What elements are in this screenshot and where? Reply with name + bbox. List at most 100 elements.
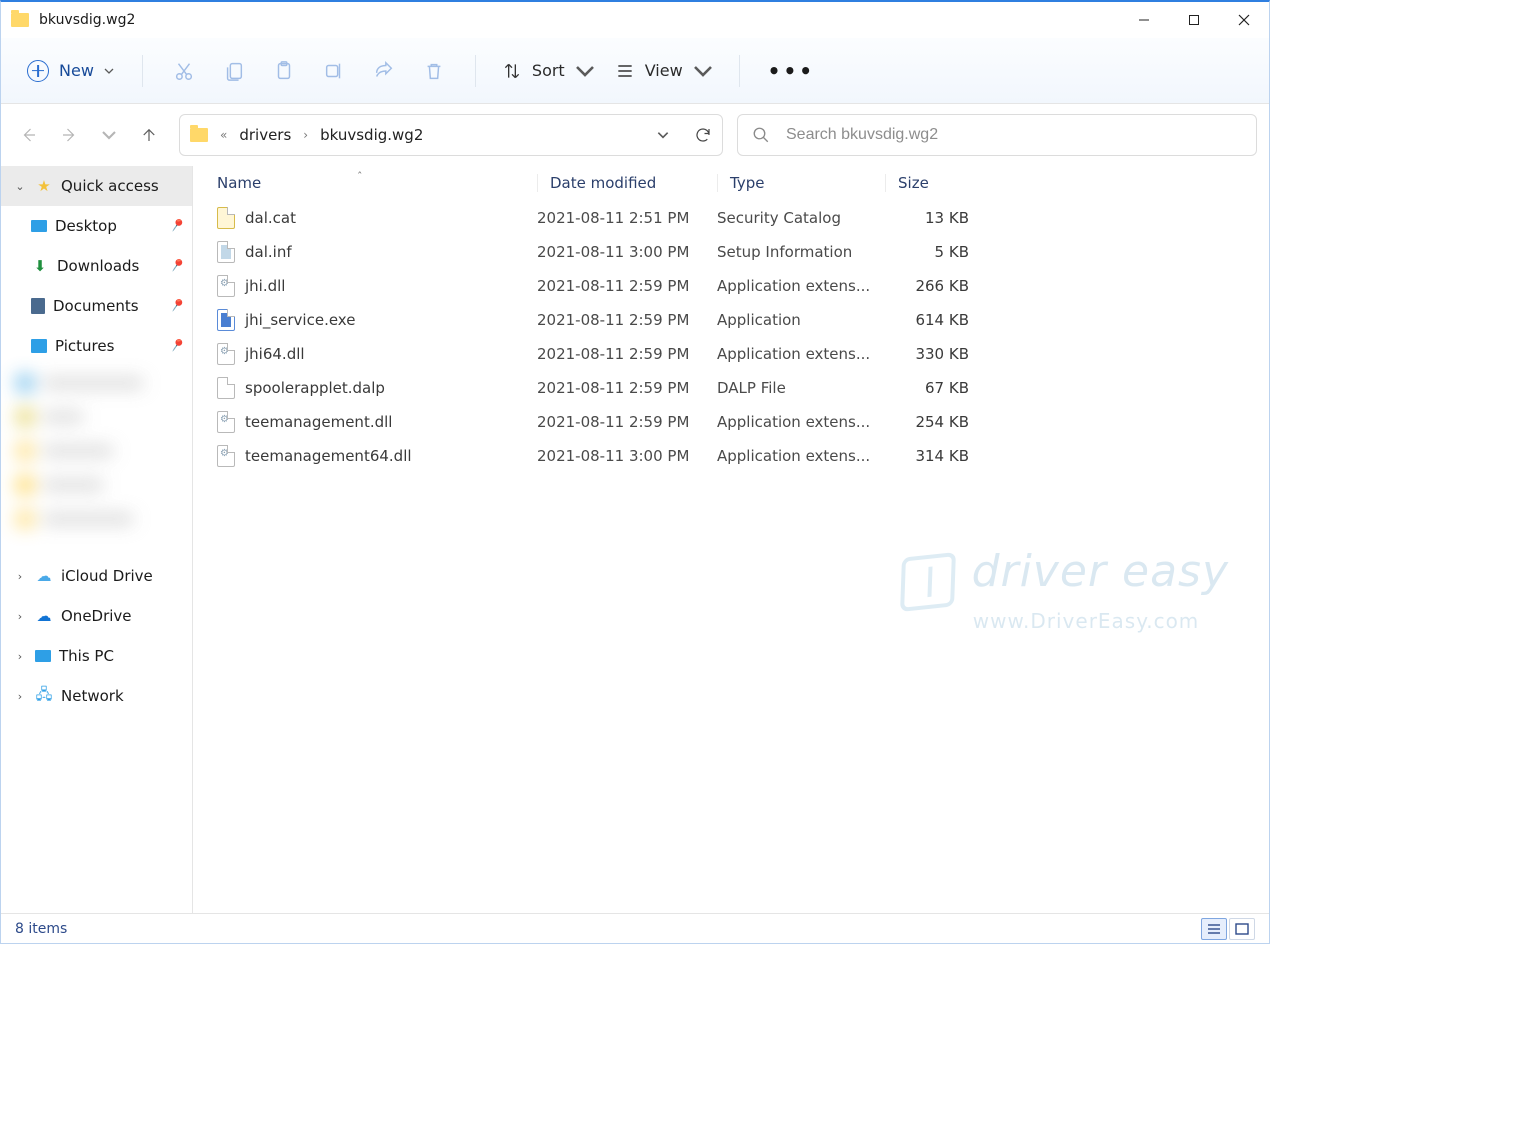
sidebar-item-thispc[interactable]: › This PC (1, 636, 192, 676)
file-row[interactable]: dal.inf2021-08-11 3:00 PMSetup Informati… (193, 235, 1269, 269)
view-switcher (1201, 918, 1255, 940)
chevron-right-icon: › (13, 570, 27, 583)
file-name: spoolerapplet.dalp (245, 379, 385, 397)
folder-icon (190, 128, 208, 142)
pin-icon: 📍 (165, 335, 187, 357)
pin-icon: 📍 (165, 215, 187, 237)
more-button[interactable]: ••• (758, 59, 825, 83)
col-name[interactable]: Nameˆ (217, 174, 537, 192)
file-row[interactable]: jhi.dll2021-08-11 2:59 PMApplication ext… (193, 269, 1269, 303)
details-view-button[interactable] (1201, 918, 1227, 940)
sidebar-item-onedrive[interactable]: › ☁ OneDrive (1, 596, 192, 636)
sort-icon (502, 61, 522, 81)
search-input[interactable] (784, 125, 1242, 145)
close-button[interactable] (1219, 2, 1269, 38)
file-size: 330 KB (885, 345, 985, 363)
sidebar-item-label: Network (61, 687, 124, 705)
file-date: 2021-08-11 2:59 PM (537, 345, 717, 363)
col-date[interactable]: Date modified (537, 174, 717, 192)
file-row[interactable]: jhi64.dll2021-08-11 2:59 PMApplication e… (193, 337, 1269, 371)
file-size: 13 KB (885, 209, 985, 227)
document-icon (31, 298, 45, 314)
new-button[interactable]: New (17, 54, 124, 88)
file-row[interactable]: jhi_service.exe2021-08-11 2:59 PMApplica… (193, 303, 1269, 337)
separator (475, 55, 476, 87)
sort-label: Sort (532, 61, 565, 80)
rename-button[interactable] (311, 50, 357, 92)
sidebar-item-label: Desktop (55, 217, 117, 235)
sidebar-item-label: Downloads (57, 257, 139, 275)
watermark-logo-icon (900, 552, 956, 612)
sidebar-quick-access[interactable]: ⌄ ★ Quick access (1, 166, 192, 206)
search-box[interactable] (737, 114, 1257, 156)
file-name: teemanagement.dll (245, 413, 392, 431)
file-row[interactable]: teemanagement64.dll2021-08-11 3:00 PMApp… (193, 439, 1269, 473)
sidebar-item-label: OneDrive (61, 607, 132, 625)
file-size: 614 KB (885, 311, 985, 329)
file-name: dal.inf (245, 243, 292, 261)
col-size[interactable]: Size (885, 174, 985, 192)
thumbnails-view-button[interactable] (1229, 918, 1255, 940)
chevron-right-icon: › (13, 650, 27, 663)
sidebar-item-downloads[interactable]: ⬇ Downloads 📍 (1, 246, 192, 286)
file-row[interactable]: teemanagement.dll2021-08-11 2:59 PMAppli… (193, 405, 1269, 439)
file-icon (217, 343, 235, 365)
chevron-left-icon: « (218, 128, 229, 142)
view-button[interactable]: View (607, 57, 721, 85)
file-list: Nameˆ Date modified Type Size dal.cat202… (193, 166, 1269, 913)
minimize-button[interactable] (1119, 2, 1169, 38)
chevron-right-icon: › (13, 690, 27, 703)
folder-icon (11, 13, 29, 27)
file-type: Application extens... (717, 277, 885, 295)
refresh-button[interactable] (694, 126, 712, 144)
delete-button[interactable] (411, 50, 457, 92)
file-type: Application extens... (717, 345, 885, 363)
sidebar-item-pictures[interactable]: Pictures 📍 (1, 326, 192, 366)
file-name: dal.cat (245, 209, 296, 227)
file-type: Application (717, 311, 885, 329)
file-row[interactable]: dal.cat2021-08-11 2:51 PMSecurity Catalo… (193, 201, 1269, 235)
file-row[interactable]: spoolerapplet.dalp2021-08-11 2:59 PMDALP… (193, 371, 1269, 405)
sort-button[interactable]: Sort (494, 57, 603, 85)
file-date: 2021-08-11 2:59 PM (537, 277, 717, 295)
share-button[interactable] (361, 50, 407, 92)
status-bar: 8 items (1, 913, 1269, 943)
sidebar-item-label: Pictures (55, 337, 114, 355)
chevron-down-icon[interactable] (656, 128, 670, 142)
breadcrumb-parent[interactable]: drivers (239, 126, 291, 144)
col-type[interactable]: Type (717, 174, 885, 192)
star-icon: ★ (35, 177, 53, 195)
file-date: 2021-08-11 2:59 PM (537, 379, 717, 397)
sidebar-item-icloud[interactable]: › ☁ iCloud Drive (1, 556, 192, 596)
file-type: Security Catalog (717, 209, 885, 227)
up-button[interactable] (133, 115, 165, 155)
file-size: 254 KB (885, 413, 985, 431)
command-bar: New Sort View ••• (1, 38, 1269, 104)
file-size: 67 KB (885, 379, 985, 397)
recent-button[interactable] (93, 115, 125, 155)
titlebar: bkuvsdig.wg2 (1, 2, 1269, 38)
sidebar-item-network[interactable]: › 🖧 Network (1, 676, 192, 716)
chevron-right-icon: › (301, 128, 310, 142)
window-controls (1119, 2, 1269, 38)
sort-indicator-icon: ˆ (357, 170, 363, 183)
copy-button[interactable] (211, 50, 257, 92)
address-bar[interactable]: « drivers › bkuvsdig.wg2 (179, 114, 723, 156)
file-icon (217, 275, 235, 297)
chevron-down-icon (693, 61, 713, 81)
column-headers: Nameˆ Date modified Type Size (193, 166, 1269, 201)
paste-button[interactable] (261, 50, 307, 92)
sidebar-item-desktop[interactable]: Desktop 📍 (1, 206, 192, 246)
chevron-down-icon: ⌄ (13, 180, 27, 193)
cloud-icon: ☁ (35, 567, 53, 585)
file-rows: dal.cat2021-08-11 2:51 PMSecurity Catalo… (193, 201, 1269, 473)
file-type: Application extens... (717, 413, 885, 431)
back-button[interactable] (13, 115, 45, 155)
forward-button[interactable] (53, 115, 85, 155)
sidebar-item-label: iCloud Drive (61, 567, 153, 585)
cut-button[interactable] (161, 50, 207, 92)
plus-circle-icon (27, 60, 49, 82)
maximize-button[interactable] (1169, 2, 1219, 38)
sidebar-item-documents[interactable]: Documents 📍 (1, 286, 192, 326)
breadcrumb-current[interactable]: bkuvsdig.wg2 (320, 126, 423, 144)
